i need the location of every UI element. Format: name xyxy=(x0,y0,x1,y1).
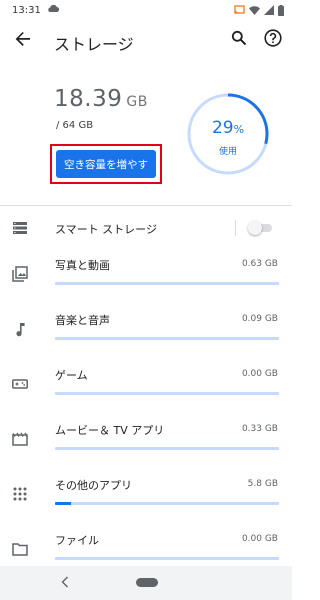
used-value: 18.39 xyxy=(54,86,123,112)
category-label: ムービー＆ TV アプリ xyxy=(55,424,165,437)
usage-gauge: 29% 使用 xyxy=(186,92,270,176)
category-row-other-apps[interactable]: その他のアプリ 5.8 GB xyxy=(0,472,292,527)
app-bar: ストレージ xyxy=(0,22,292,62)
category-label: 写真と動画 xyxy=(55,259,110,272)
nav-back-button[interactable] xyxy=(58,574,72,590)
category-usage-bar xyxy=(55,282,279,285)
total-storage: / 64 GB xyxy=(56,120,94,131)
category-usage-bar xyxy=(55,337,279,340)
storage-summary: 18.39 GB / 64 GB 空き容量を増やす 29% 使用 xyxy=(0,64,292,202)
battery-icon xyxy=(278,4,284,16)
category-usage-bar xyxy=(55,392,279,395)
system-nav-bar xyxy=(0,566,292,600)
toggle-thumb xyxy=(248,221,262,235)
category-size: 0.00 GB xyxy=(241,534,278,544)
usage-percent-value: 29 xyxy=(211,118,234,138)
arrow-back-icon xyxy=(15,31,31,51)
cast-icon xyxy=(234,5,245,15)
cloud-icon xyxy=(47,4,59,16)
category-label: ファイル xyxy=(55,534,99,547)
photos-icon xyxy=(12,266,28,282)
movie-icon xyxy=(12,431,28,447)
used-unit: GB xyxy=(126,94,148,110)
category-size: 5.8 GB xyxy=(247,479,278,489)
page-title: ストレージ xyxy=(54,35,134,54)
category-usage-bar xyxy=(55,447,279,450)
back-button[interactable] xyxy=(12,30,34,52)
free-up-space-button[interactable]: 空き容量を増やす xyxy=(56,150,156,178)
category-size: 0.63 GB xyxy=(241,259,278,269)
smart-storage-toggle[interactable] xyxy=(248,221,272,235)
category-usage-bar xyxy=(55,502,279,505)
category-size: 0.33 GB xyxy=(241,424,278,434)
help-icon xyxy=(264,29,282,51)
signal-icon xyxy=(264,5,274,15)
search-icon xyxy=(231,30,247,50)
category-usage-fill xyxy=(55,502,71,505)
folder-icon xyxy=(12,541,28,557)
nav-home-pill[interactable] xyxy=(136,578,158,587)
chevron-left-icon xyxy=(61,573,69,592)
category-row-games[interactable]: ゲーム 0.00 GB xyxy=(0,362,292,417)
category-row-music[interactable]: 音楽と音声 0.09 GB xyxy=(0,307,292,362)
highlight-box: 空き容量を増やす xyxy=(50,144,162,184)
category-row-photos[interactable]: 写真と動画 0.63 GB xyxy=(0,252,292,307)
category-label: 音楽と音声 xyxy=(55,314,110,327)
wifi-icon xyxy=(249,5,260,15)
music-note-icon xyxy=(12,321,28,337)
used-storage: 18.39 GB xyxy=(54,86,148,112)
status-time: 13:31 xyxy=(12,4,41,16)
category-size: 0.00 GB xyxy=(241,369,278,379)
usage-label: 使用 xyxy=(218,147,237,157)
help-button[interactable] xyxy=(262,29,284,51)
divider xyxy=(0,205,292,206)
category-row-movies[interactable]: ムービー＆ TV アプリ 0.33 GB xyxy=(0,417,292,472)
category-label: ゲーム xyxy=(55,369,88,382)
category-label: その他のアプリ xyxy=(55,479,132,492)
usage-percent: 29% xyxy=(186,118,270,138)
apps-grid-icon xyxy=(12,486,28,502)
smart-storage-row[interactable]: スマート ストレージ xyxy=(0,212,292,244)
smart-storage-icon xyxy=(12,220,28,240)
gamepad-icon xyxy=(12,376,28,392)
usage-percent-sign: % xyxy=(233,123,245,136)
search-button[interactable] xyxy=(228,29,250,51)
status-bar: 13:31 xyxy=(0,0,292,20)
category-usage-bar xyxy=(55,557,279,560)
toggle-separator xyxy=(235,220,236,236)
category-size: 0.09 GB xyxy=(241,314,278,324)
smart-storage-label: スマート ストレージ xyxy=(55,223,157,236)
